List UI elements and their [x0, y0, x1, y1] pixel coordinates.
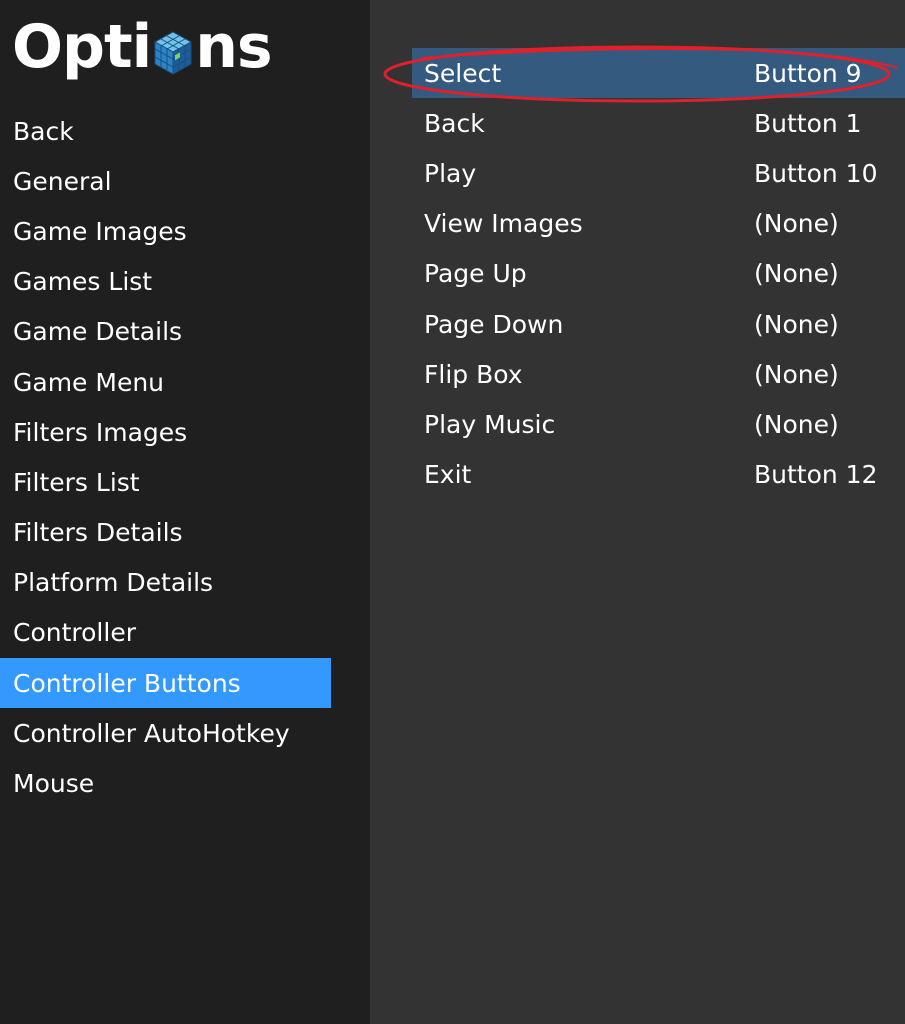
title-text-start: Opti — [12, 12, 152, 82]
binding-button: (None) — [754, 309, 839, 339]
binding-row-page-down[interactable]: Page Down (None) — [412, 299, 905, 349]
binding-row-flip-box[interactable]: Flip Box (None) — [412, 349, 905, 399]
title-text-end: ns — [195, 12, 272, 82]
sidebar-item-filters-details[interactable]: Filters Details — [0, 508, 331, 558]
controller-buttons-panel: Select Button 9 Back Button 1 Play Butto… — [370, 0, 905, 1024]
sidebar-item-filters-list[interactable]: Filters List — [0, 457, 331, 507]
binding-row-back[interactable]: Back Button 1 — [412, 98, 905, 148]
binding-button: (None) — [754, 259, 839, 289]
binding-button: Button 9 — [754, 58, 862, 88]
sidebar-item-back[interactable]: Back — [0, 106, 331, 156]
options-menu: Back General Game Images Games List Game… — [0, 106, 331, 809]
binding-action: Select — [424, 58, 502, 88]
binding-row-view-images[interactable]: View Images (None) — [412, 199, 905, 249]
sidebar-item-filters-images[interactable]: Filters Images — [0, 407, 331, 457]
binding-button: (None) — [754, 209, 839, 239]
sidebar-item-general[interactable]: General — [0, 156, 331, 206]
sidebar-item-mouse[interactable]: Mouse — [0, 758, 331, 808]
sidebar-item-game-images[interactable]: Game Images — [0, 206, 331, 256]
sidebar-item-games-list[interactable]: Games List — [0, 257, 331, 307]
sidebar-item-controller-buttons[interactable]: Controller Buttons — [0, 658, 331, 709]
binding-action: Play Music — [424, 409, 556, 439]
binding-action: Play — [424, 158, 477, 188]
sidebar: Opti ns Back General Game Images Games L… — [0, 0, 370, 1024]
binding-row-select[interactable]: Select Button 9 — [412, 48, 905, 99]
binding-row-play-music[interactable]: Play Music (None) — [412, 399, 905, 449]
binding-button: Button 12 — [754, 460, 878, 490]
sidebar-item-controller[interactable]: Controller — [0, 608, 331, 658]
sidebar-item-platform-details[interactable]: Platform Details — [0, 558, 331, 608]
binding-action: Back — [424, 108, 485, 138]
binding-button: Button 1 — [754, 108, 862, 138]
sidebar-item-game-menu[interactable]: Game Menu — [0, 357, 331, 407]
page-title: Opti ns — [12, 12, 273, 82]
binding-action: Exit — [424, 460, 472, 490]
button-bindings-list: Select Button 9 Back Button 1 Play Butto… — [412, 48, 905, 500]
binding-action: Page Down — [424, 309, 564, 339]
binding-row-page-up[interactable]: Page Up (None) — [412, 249, 905, 299]
sidebar-item-game-details[interactable]: Game Details — [0, 307, 331, 357]
binding-action: Flip Box — [424, 359, 523, 389]
cube-icon — [153, 26, 193, 75]
binding-button: (None) — [754, 409, 839, 439]
binding-row-play[interactable]: Play Button 10 — [412, 148, 905, 198]
binding-button: Button 10 — [754, 158, 878, 188]
binding-action: View Images — [424, 209, 583, 239]
sidebar-item-controller-autohotkey[interactable]: Controller AutoHotkey — [0, 708, 331, 758]
binding-action: Page Up — [424, 259, 527, 289]
binding-button: (None) — [754, 359, 839, 389]
binding-row-exit[interactable]: Exit Button 12 — [412, 450, 905, 500]
